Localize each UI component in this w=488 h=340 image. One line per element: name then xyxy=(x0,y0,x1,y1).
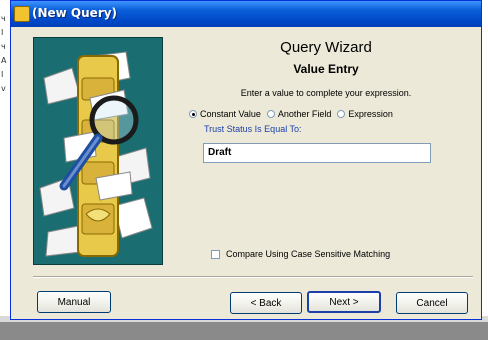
background-text-fragment: ч xyxy=(1,42,6,51)
file-cabinet-magnifier-icon xyxy=(39,51,153,257)
background-text-fragment: ч xyxy=(1,14,6,23)
next-button[interactable]: Next > xyxy=(307,291,381,313)
button-separator xyxy=(33,276,473,278)
background-text-fragment: I xyxy=(1,28,4,37)
app-icon xyxy=(14,6,30,22)
radio-constant-value[interactable]: Constant Value xyxy=(189,109,261,119)
window-title: (New Query) xyxy=(32,6,118,20)
value-input[interactable]: Draft xyxy=(203,143,431,163)
radio-button[interactable] xyxy=(266,110,275,118)
radio-another-field[interactable]: Another Field xyxy=(266,109,332,119)
background-text-fragment: I xyxy=(1,70,4,79)
value-type-radio-group: Constant Value Another Field Expression xyxy=(189,107,399,121)
radio-expression[interactable]: Expression xyxy=(337,109,393,119)
back-button[interactable]: < Back xyxy=(230,292,302,314)
case-sensitive-checkbox[interactable] xyxy=(211,249,220,259)
title-bar[interactable]: (New Query) xyxy=(11,1,481,27)
radio-button-selected[interactable] xyxy=(189,110,197,118)
instruction-text: Enter a value to complete your expressio… xyxy=(240,88,412,98)
background-text-fragment: A xyxy=(1,56,7,65)
case-sensitive-option[interactable]: Compare Using Case Sensitive Matching xyxy=(211,249,390,259)
query-wizard-dialog: (New Query) Query Wizard Value Entry Ent… xyxy=(10,0,482,320)
radio-label: Constant Value xyxy=(200,109,261,119)
radio-label: Another Field xyxy=(277,109,332,119)
wizard-subtitle: Value Entry xyxy=(293,62,359,76)
wizard-title: Query Wizard xyxy=(280,39,372,56)
background-text-fragment: v xyxy=(1,84,6,93)
cancel-button[interactable]: Cancel xyxy=(396,292,468,314)
wizard-illustration xyxy=(33,37,163,265)
value-field-label: Trust Status Is Equal To: xyxy=(204,124,302,134)
manual-button[interactable]: Manual xyxy=(37,291,111,313)
background-taskbar xyxy=(0,322,488,340)
case-sensitive-label: Compare Using Case Sensitive Matching xyxy=(226,249,391,259)
radio-label: Expression xyxy=(348,109,393,119)
radio-button[interactable] xyxy=(337,110,346,118)
